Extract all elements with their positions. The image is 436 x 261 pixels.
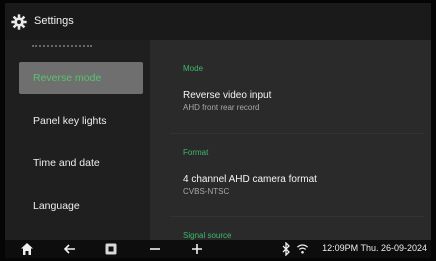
sidebar-item-label: Panel key lights xyxy=(33,115,107,127)
bluetooth-icon xyxy=(282,242,290,256)
divider xyxy=(170,216,425,217)
sidebar-item-time-and-date[interactable]: Time and date xyxy=(19,147,143,179)
home-icon[interactable] xyxy=(20,242,34,256)
section-label-mode: Mode xyxy=(183,64,204,73)
setting-title: Reverse video input xyxy=(183,90,272,101)
setting-value: CVBS-NTSC xyxy=(183,187,230,196)
status-clock: 12:09PM Thu. 26-09-2024 xyxy=(322,243,427,253)
section-label-signal-source: Signal source xyxy=(183,231,232,240)
sidebar-item-language[interactable]: Language xyxy=(19,190,143,222)
section-label-format: Format xyxy=(183,148,209,157)
gear-icon xyxy=(11,14,27,30)
recent-apps-icon[interactable] xyxy=(104,242,118,256)
volume-up-icon[interactable] xyxy=(190,242,204,256)
setting-title: 4 channel AHD camera format xyxy=(183,174,317,185)
page-title: Settings xyxy=(34,15,74,27)
volume-down-icon[interactable] xyxy=(148,242,162,256)
header-bar: Settings xyxy=(5,3,431,40)
navigation-bar: 12:09PM Thu. 26-09-2024 xyxy=(5,240,431,258)
sidebar-item-label: Language xyxy=(33,200,80,212)
settings-content: Mode Reverse video input AHD front rear … xyxy=(150,40,431,240)
settings-sidebar: Reverse mode Panel key lights Time and d… xyxy=(5,40,150,240)
sidebar-item-panel-key-lights[interactable]: Panel key lights xyxy=(19,105,143,137)
wifi-icon xyxy=(297,244,308,254)
setting-value: AHD front rear record xyxy=(183,103,260,112)
divider xyxy=(170,133,425,134)
settings-screen: Settings Reverse mode Panel key lights T… xyxy=(5,3,431,258)
sidebar-item-label: Time and date xyxy=(33,157,100,169)
sidebar-item-reverse-mode[interactable]: Reverse mode xyxy=(19,62,143,94)
back-icon[interactable] xyxy=(63,242,77,256)
sidebar-item-label: Reverse mode xyxy=(33,72,102,84)
sidebar-item-partial xyxy=(32,40,92,47)
